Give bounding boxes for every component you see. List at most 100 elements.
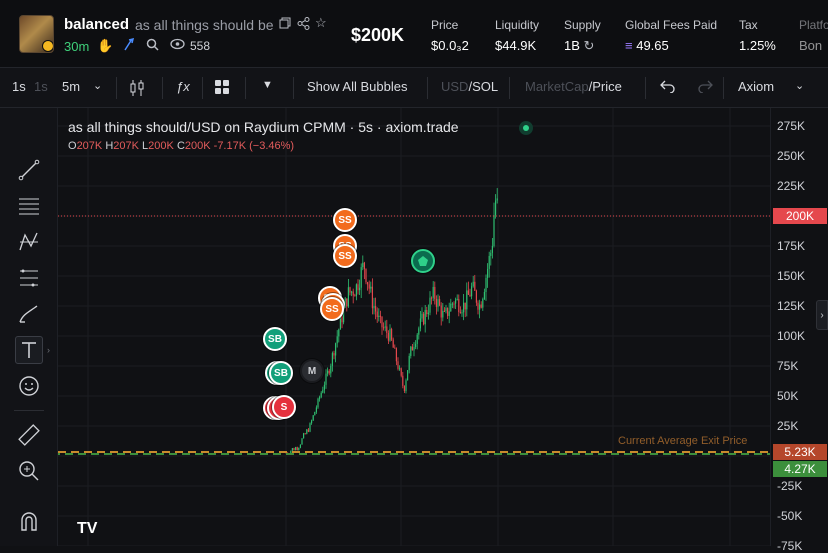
- candle-body: [474, 281, 476, 291]
- candle-body: [407, 370, 409, 381]
- usd-option[interactable]: USD: [441, 79, 468, 94]
- expand-chevron-icon[interactable]: ›: [47, 345, 50, 355]
- ruler-icon[interactable]: [15, 421, 43, 449]
- trend-line-icon[interactable]: [15, 156, 43, 184]
- candle-body: [315, 407, 317, 412]
- currency-toggle[interactable]: USD/SOL: [441, 79, 498, 94]
- sol-option[interactable]: /SOL: [468, 79, 498, 94]
- share-icon[interactable]: [297, 17, 310, 33]
- candle-body: [384, 326, 386, 328]
- candle-body: [459, 312, 461, 314]
- candle-body: [450, 303, 452, 312]
- candle-body: [451, 303, 453, 305]
- candle-body: [463, 302, 465, 313]
- buy-bubble[interactable]: SB: [269, 361, 293, 385]
- candle-body: [479, 304, 481, 310]
- drawing-toolbar: ›: [0, 108, 58, 546]
- brush-icon[interactable]: [15, 300, 43, 328]
- candle-body: [443, 310, 445, 312]
- divider: [293, 77, 294, 99]
- interval-5m[interactable]: 5m: [62, 79, 80, 94]
- candle-body: [399, 368, 401, 370]
- price-option[interactable]: /Price: [589, 79, 622, 94]
- candle-body: [335, 343, 337, 356]
- sell-bubble[interactable]: SS: [333, 244, 357, 268]
- horizontal-lines-icon[interactable]: [15, 192, 43, 220]
- candle-body: [427, 312, 429, 315]
- divider: [427, 77, 428, 99]
- platform-badge-icon: [42, 40, 53, 52]
- migration-marker[interactable]: M: [300, 359, 324, 383]
- candle-body: [365, 269, 367, 283]
- pattern-tool-icon[interactable]: [15, 228, 43, 256]
- buy-bubble[interactable]: SB: [263, 327, 287, 351]
- search-icon[interactable]: [146, 38, 159, 54]
- change-value: -7.17K (−3.46%): [213, 140, 295, 152]
- tool-divider: [14, 410, 44, 411]
- metric-toggle[interactable]: MarketCap/Price: [525, 79, 622, 94]
- layout-dropdown-icon[interactable]: ▼: [262, 79, 273, 91]
- star-icon[interactable]: ☆: [315, 15, 327, 31]
- candle-body: [453, 303, 455, 305]
- divider: [645, 77, 646, 99]
- y-tick-label: 175K: [777, 239, 806, 253]
- candle-body: [461, 312, 463, 314]
- candle-body: [339, 316, 341, 330]
- candle-body: [378, 315, 380, 318]
- divider: [245, 77, 246, 99]
- dev-wallet-icon[interactable]: [411, 249, 435, 273]
- stat-label: Price: [431, 18, 459, 32]
- candle-body: [429, 297, 431, 313]
- entry-price-tag: 4.27K: [773, 461, 827, 477]
- candle-body: [314, 411, 316, 416]
- candle-body: [381, 316, 383, 328]
- emoji-icon[interactable]: [15, 372, 43, 400]
- candle-body: [488, 255, 490, 269]
- zoom-in-icon[interactable]: [15, 457, 43, 485]
- candle-body: [491, 245, 493, 253]
- copy-icon[interactable]: [279, 17, 291, 32]
- stat-global-fees: Global Fees Paid ≡ 49.65: [625, 18, 717, 53]
- undo-icon[interactable]: [660, 79, 676, 96]
- sell-bubble[interactable]: SS: [320, 297, 344, 321]
- candle-body: [306, 429, 308, 434]
- marketcap-option[interactable]: MarketCap: [525, 79, 589, 94]
- fib-retracement-icon[interactable]: [15, 264, 43, 292]
- sell-bubble[interactable]: S: [272, 395, 296, 419]
- candle-type-icon[interactable]: [129, 79, 145, 100]
- text-tool-icon[interactable]: [15, 336, 43, 364]
- fees-value: 49.65: [636, 38, 669, 53]
- candle-body: [327, 370, 329, 374]
- tradingview-logo[interactable]: TV: [77, 520, 97, 538]
- chart-canvas[interactable]: [58, 108, 770, 546]
- layout-grid-icon[interactable]: [214, 79, 230, 98]
- interval-chevron-down-icon[interactable]: ⌄: [93, 79, 102, 92]
- chart-provider-select[interactable]: Axiom: [738, 79, 774, 94]
- candle-body: [426, 309, 428, 315]
- candle-body: [403, 385, 405, 392]
- candle-body: [303, 433, 305, 439]
- candle-body: [357, 284, 359, 291]
- candle-body: [405, 380, 407, 392]
- sell-bubble[interactable]: SS: [333, 208, 357, 232]
- show-all-bubbles-button[interactable]: Show All Bubbles: [307, 79, 407, 94]
- collapse-panel-chevron-icon[interactable]: ›: [816, 300, 828, 330]
- interval-1s[interactable]: 1s: [12, 79, 26, 94]
- stat-label: Platform: [799, 18, 828, 32]
- stat-label: Liquidity: [495, 18, 540, 32]
- candle-body: [456, 298, 458, 300]
- stat-supply: Supply 1B ↻: [564, 18, 601, 54]
- indicators-fx-button[interactable]: ƒx: [176, 79, 190, 94]
- stat-label: Supply: [564, 18, 601, 32]
- refresh-icon[interactable]: ↻: [584, 38, 595, 53]
- candle-body: [347, 287, 349, 307]
- candle-body: [389, 328, 391, 341]
- price-chart[interactable]: as all things should/USD on Raydium CPMM…: [58, 108, 770, 546]
- close-label: C: [176, 140, 185, 152]
- provider-chevron-down-icon[interactable]: ⌄: [795, 79, 804, 92]
- candle-body: [418, 328, 420, 335]
- token-avatar[interactable]: [19, 15, 54, 53]
- website-link-icon[interactable]: [122, 37, 135, 54]
- magnet-icon[interactable]: [15, 508, 43, 536]
- redo-icon[interactable]: [697, 79, 713, 96]
